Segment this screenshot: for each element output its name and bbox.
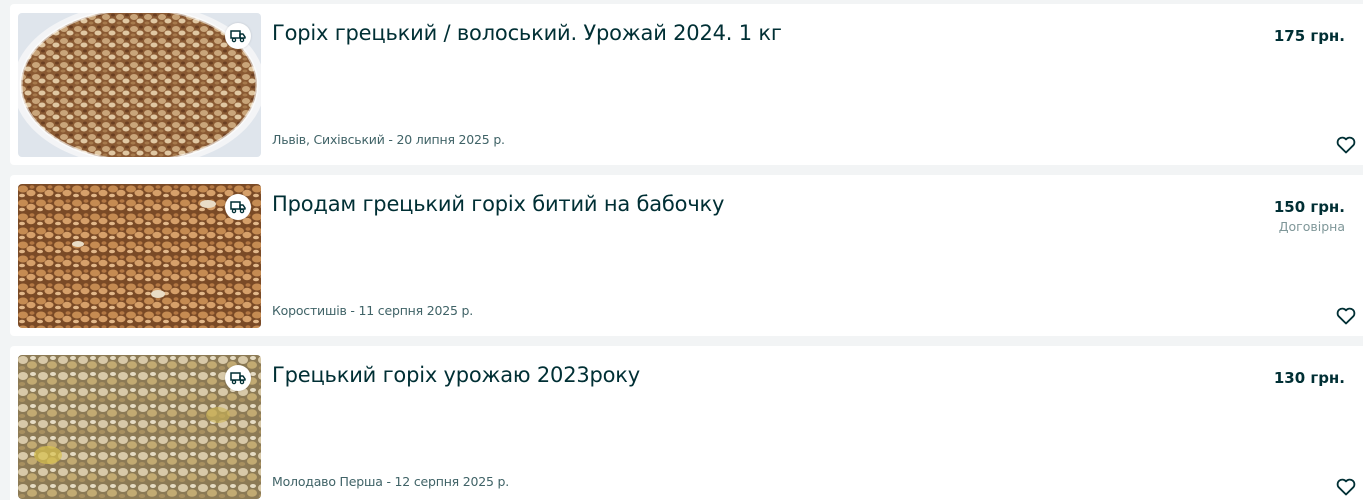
favorite-button[interactable] <box>1335 476 1357 498</box>
listing-location-date: Коростишів - 11 серпня 2025 р. <box>272 303 474 318</box>
listing-photo[interactable] <box>18 355 261 499</box>
truck-icon <box>230 30 246 43</box>
listing-card[interactable]: Грецький горіх урожаю 2023року Молодаво … <box>10 346 1363 500</box>
truck-icon <box>230 201 246 214</box>
delivery-badge <box>225 23 251 49</box>
favorite-button[interactable] <box>1335 134 1357 156</box>
heart-outline-icon <box>1336 478 1356 496</box>
negotiable-label: Договірна <box>1278 219 1345 234</box>
listing-location-date: Львів, Сихівський - 20 липня 2025 р. <box>272 132 505 147</box>
heart-outline-icon <box>1336 307 1356 325</box>
listing-card[interactable]: Продам грецький горіх битий на бабочку К… <box>10 175 1363 336</box>
listing-results: Горіх грецький / волоський. Урожай 2024.… <box>0 0 1363 500</box>
delivery-badge <box>225 365 251 391</box>
listing-price: 175 грн. <box>1273 27 1345 45</box>
delivery-badge <box>225 194 251 220</box>
truck-icon <box>230 372 246 385</box>
listing-price: 130 грн. <box>1273 369 1345 387</box>
favorite-button[interactable] <box>1335 305 1357 327</box>
listing-title[interactable]: Грецький горіх урожаю 2023року <box>272 362 640 388</box>
listing-photo[interactable] <box>18 184 261 328</box>
listing-title[interactable]: Горіх грецький / волоський. Урожай 2024.… <box>272 20 782 46</box>
listing-card[interactable]: Горіх грецький / волоський. Урожай 2024.… <box>10 4 1363 165</box>
heart-outline-icon <box>1336 136 1356 154</box>
listing-title[interactable]: Продам грецький горіх битий на бабочку <box>272 191 724 217</box>
listing-location-date: Молодаво Перша - 12 серпня 2025 р. <box>272 474 510 489</box>
listing-photo[interactable] <box>18 13 261 157</box>
listing-price: 150 грн. <box>1273 198 1345 216</box>
